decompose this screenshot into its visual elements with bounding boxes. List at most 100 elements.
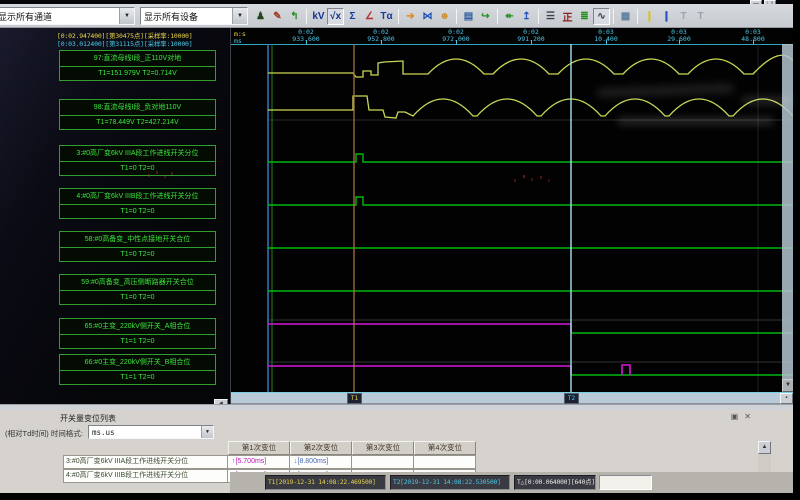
digital-trace-65-high (268, 324, 571, 333)
close-icon[interactable]: ✕ (744, 412, 751, 421)
photo-edge-right (793, 0, 800, 500)
channel-label-65[interactable]: 65:#0主变_220kV侧开关_A相合位T1=1 T2=0 (59, 318, 216, 349)
waveform-canvas[interactable] (231, 44, 794, 392)
table-cell: ↑[5.700ms] (228, 455, 290, 469)
digital-trace-66-high (268, 366, 571, 375)
channel-name: 3:#0高厂变6kV IIIA段工作进线开关分位 (59, 145, 216, 162)
digital-trace-66-pulse (622, 365, 630, 375)
undo-arrow-icon[interactable]: ↰ (286, 8, 303, 25)
t1-disabled-icon[interactable]: T (675, 8, 692, 25)
table-cell: ↓[8.800ms] (290, 455, 352, 469)
channel-label-3[interactable]: 3:#0高厂变6kV IIIA段工作进线开关分位T1=0 T2=0 (59, 145, 216, 176)
channel-cursor-values: T1=0 T2=0 (59, 161, 216, 176)
ta-icon[interactable]: Tα (378, 8, 395, 25)
channel-label-66[interactable]: 66:#0主变_220kV侧开关_B相合位T1=1 T2=0 (59, 354, 216, 385)
list-icon[interactable]: ☰ (542, 8, 559, 25)
jump-arrow-icon[interactable]: ➔ (402, 8, 419, 25)
channel-name: 65:#0主变_220kV侧开关_A相合位 (59, 318, 216, 335)
t2-disabled-icon[interactable]: T (692, 8, 709, 25)
yellow-cursor-icon[interactable]: ❙ (641, 8, 658, 25)
ghost-icon[interactable]: ☻ (436, 8, 453, 25)
channel-label-98[interactable]: 98:直流母线I段_负对地110VT1=78.449V T2=427.214V (59, 99, 216, 130)
up-arrow-icon[interactable]: ↥ (518, 8, 535, 25)
waveform-plot-area[interactable]: m:s ms 0:02933.6000:02952.8000:02972.000… (230, 28, 793, 404)
channel-list-panel: [0:02.947400][第30475点][采样率:10000] [0:03.… (0, 28, 230, 408)
toolbar-separator (637, 9, 638, 24)
t2-cursor-marker[interactable]: T2 (564, 393, 579, 404)
status-empty-box (599, 475, 652, 490)
table-header-4: 第4次变位 (414, 441, 476, 455)
channel-name: 97:直流母线I段_正110V对地 (59, 50, 216, 67)
align-lines-icon[interactable]: ≣ (576, 8, 593, 25)
blue-cursor-icon[interactable]: ❙ (658, 8, 675, 25)
device-filter-value: 显示所有设备 (141, 10, 232, 23)
time-format-combobox[interactable]: ms.us ▼ (88, 425, 214, 439)
channel-cursor-values: T1=0 T2=0 (59, 204, 216, 219)
channel-name: 98:直流母线I段_负对地110V (59, 99, 216, 116)
channel-label-59[interactable]: 59:#0高备变_高压侧断路器开关合位T1=0 T2=0 (59, 274, 216, 305)
window-layout-icon[interactable]: ▤ (460, 8, 477, 25)
channel-cursor-values: T1=78.449V T2=427.214V (59, 115, 216, 130)
forward-arrow-icon[interactable]: ↪ (477, 8, 494, 25)
device-filter-combobox[interactable]: 显示所有设备 ▼ (140, 7, 248, 25)
channel-label-4[interactable]: 4:#0高厂变6kV IIIB段工作进线开关分位T1=0 T2=0 (59, 188, 216, 219)
channel-name: 4:#0高厂变6kV IIIB段工作进线开关分位 (59, 188, 216, 205)
t2-position-readout: [0:03.012400][第31115点][采样率:10000] (57, 38, 192, 48)
table-header-1: 第1次变位 (228, 441, 290, 455)
panel-title: 开关量变位列表 (60, 413, 116, 424)
toolbar-separator (306, 9, 307, 24)
person-icon[interactable]: ♟ (252, 8, 269, 25)
table-cell (414, 455, 476, 469)
channel-cursor-values: T1=1 T2=0 (59, 334, 216, 349)
chevron-down-icon[interactable]: ▼ (119, 8, 134, 24)
pin-icon[interactable]: ▣ (731, 412, 739, 421)
grid-icon[interactable]: ▦ (617, 8, 634, 25)
photo-edge-bottom (0, 493, 800, 500)
channel-label-58[interactable]: 58:#0高备变_中性点接地开关合位T1=0 T2=0 (59, 231, 216, 262)
toolbar: 显示所有通道 ▼ 显示所有设备 ▼ ♟✎↰ kV√xΣ∠Tα ➔⋈☻ ▤↪ ↞↥ ☰正≣∿… (0, 4, 793, 28)
scroll-up-button[interactable]: ▲ (758, 441, 771, 454)
sigma-icon[interactable]: Σ (344, 8, 361, 25)
table-header-2: 第2次变位 (290, 441, 352, 455)
status-bar: T1[2019-12-31 14:08:22.469500] T2[2019-1… (230, 472, 793, 493)
t1-cursor-marker[interactable]: T1 (347, 393, 362, 404)
chevron-down-icon[interactable]: ▼ (232, 8, 247, 24)
channel-cursor-values: T1=0 T2=0 (59, 290, 216, 305)
screen-photo: — ❐ 显示所有通道 ▼ 显示所有设备 ▼ ♟✎↰kV√xΣ∠Tα➔⋈☻▤↪↞↥… (0, 0, 800, 500)
chevron-down-icon[interactable]: ▼ (201, 426, 213, 438)
sqrt-icon[interactable]: √x (327, 8, 344, 25)
waveform-icon[interactable]: ∿ (593, 8, 610, 25)
angle-icon[interactable]: ∠ (361, 8, 378, 25)
time-format-value: ms.us (89, 428, 201, 437)
back-arrow-icon[interactable]: ↞ (501, 8, 518, 25)
pen-icon[interactable]: ✎ (269, 8, 286, 25)
channel-label-97[interactable]: 97:直流母线I段_正110V对地T1=151.979V T2=0.714V (59, 50, 216, 81)
toolbar-separator (538, 9, 539, 24)
kv-icon[interactable]: kV (310, 8, 327, 25)
channel-name: 59:#0高备变_高压侧断路器开关合位 (59, 274, 216, 291)
toolbar-separator (456, 9, 457, 24)
channel-cursor-values: T1=1 T2=0 (59, 370, 216, 385)
time-format-label: (相对Td时间) 时间格式: (5, 428, 83, 439)
status-delta-time: T△[0:00.064000][640点] (514, 475, 596, 490)
scroll-right-button[interactable]: ▪ (780, 393, 793, 404)
table-header-3: 第3次变位 (352, 441, 414, 455)
digital-trace-4 (268, 197, 794, 205)
table-row-label: 4:#0高厂变6kV IIIB段工作进线开关分位 (63, 469, 228, 483)
channel-filter-combobox[interactable]: 显示所有通道 ▼ (0, 7, 135, 25)
status-t1-time: T1[2019-12-31 14:08:22.469500] (265, 475, 386, 490)
plot-horizontal-scrollbar[interactable]: T1 T2 ▪ (231, 392, 794, 404)
toolbar-icons: ♟✎↰kV√xΣ∠Tα➔⋈☻▤↪↞↥☰正≣∿▦❙❙TT (252, 7, 709, 25)
table-row-label: 3:#0高厂变6kV IIIA段工作进线开关分位 (63, 455, 228, 469)
fit-width-icon[interactable]: ⋈ (419, 8, 436, 25)
analog-trace-97 (268, 55, 794, 77)
toolbar-separator (613, 9, 614, 24)
digital-trace-3 (268, 154, 794, 162)
status-t2-time: T2[2019-12-31 14:08:22.530500] (390, 475, 510, 490)
toolbar-separator (398, 9, 399, 24)
zheng-icon[interactable]: 正 (559, 8, 576, 25)
channel-filter-value: 显示所有通道 (0, 10, 119, 23)
channel-name: 58:#0高备变_中性点接地开关合位 (59, 231, 216, 248)
toolbar-separator (497, 9, 498, 24)
channel-name: 66:#0主变_220kV侧开关_B相合位 (59, 354, 216, 371)
